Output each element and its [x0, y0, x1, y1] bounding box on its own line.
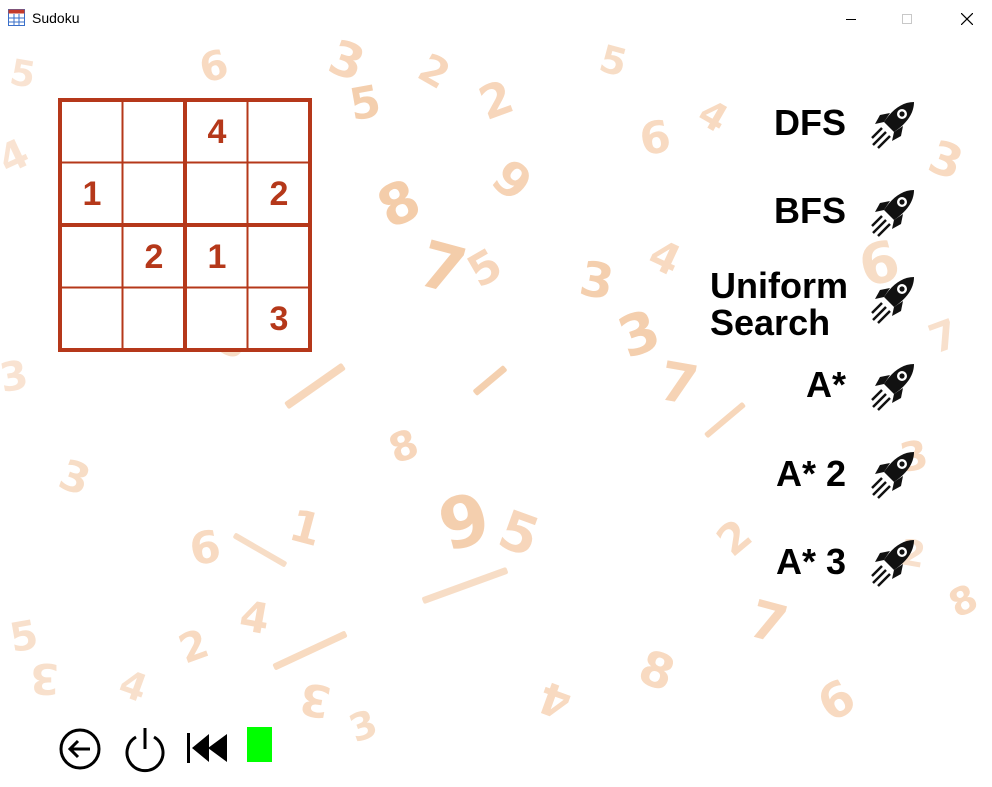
run-bfs-button[interactable]	[870, 186, 918, 240]
back-arrow-icon	[59, 728, 101, 770]
maximize-button[interactable]	[884, 0, 930, 37]
cell-r2c0[interactable]	[61, 226, 123, 288]
cell-r0c3[interactable]	[248, 101, 310, 163]
close-icon	[961, 12, 973, 25]
rocket-icon	[871, 190, 914, 237]
algo-label-uniform-line2: Search	[710, 302, 831, 343]
cell-r0c2[interactable]: 4	[186, 101, 248, 163]
power-button[interactable]	[122, 725, 168, 773]
power-icon	[125, 728, 165, 773]
cell-r0c0[interactable]	[61, 101, 123, 163]
status-indicator	[247, 727, 272, 762]
cell-r1c2[interactable]	[186, 163, 248, 225]
run-astar-3-button[interactable]	[870, 536, 918, 590]
close-button[interactable]	[944, 0, 990, 37]
run-uniform-search-button[interactable]	[870, 273, 918, 327]
minimize-button[interactable]	[828, 0, 874, 37]
rocket-icon	[871, 540, 914, 587]
run-astar-button[interactable]	[870, 360, 918, 414]
algo-label-dfs: DFS	[774, 102, 846, 143]
app-icon	[8, 9, 25, 26]
run-dfs-button[interactable]	[870, 98, 918, 152]
maximize-icon	[902, 13, 912, 24]
algo-label-astar-2: A* 2	[775, 453, 846, 494]
algo-label-astar: A*	[805, 364, 846, 405]
title-bar: Sudoku	[0, 0, 992, 37]
algo-label-bfs: BFS	[774, 190, 846, 231]
cell-r3c3[interactable]: 3	[248, 288, 310, 350]
cell-r3c0[interactable]	[61, 288, 123, 350]
back-button[interactable]	[58, 727, 102, 771]
sudoku-board: 4 1 2 2 1 3	[58, 98, 312, 352]
rewind-button[interactable]	[185, 730, 229, 766]
rocket-icon	[871, 364, 914, 411]
rocket-icon	[871, 102, 914, 149]
window-title: Sudoku	[32, 10, 80, 26]
run-astar-2-button[interactable]	[870, 448, 918, 502]
cell-r2c3[interactable]	[248, 226, 310, 288]
algo-label-uniform-line1: Uniform	[710, 265, 848, 306]
cell-r3c1[interactable]	[123, 288, 185, 350]
cell-r2c1[interactable]: 2	[123, 226, 185, 288]
rocket-icon	[871, 277, 914, 324]
cell-r1c3[interactable]: 2	[248, 163, 310, 225]
rewind-icon	[187, 733, 227, 763]
cell-r0c1[interactable]	[123, 101, 185, 163]
algo-label-astar-3: A* 3	[775, 541, 846, 582]
cell-r3c2[interactable]	[186, 288, 248, 350]
cell-r1c1[interactable]	[123, 163, 185, 225]
cell-r2c2[interactable]: 1	[186, 226, 248, 288]
cell-r1c0[interactable]: 1	[61, 163, 123, 225]
rocket-icon	[871, 452, 914, 499]
minimize-icon	[846, 18, 856, 20]
algo-label-uniform-search: Uniform Search	[710, 267, 848, 341]
